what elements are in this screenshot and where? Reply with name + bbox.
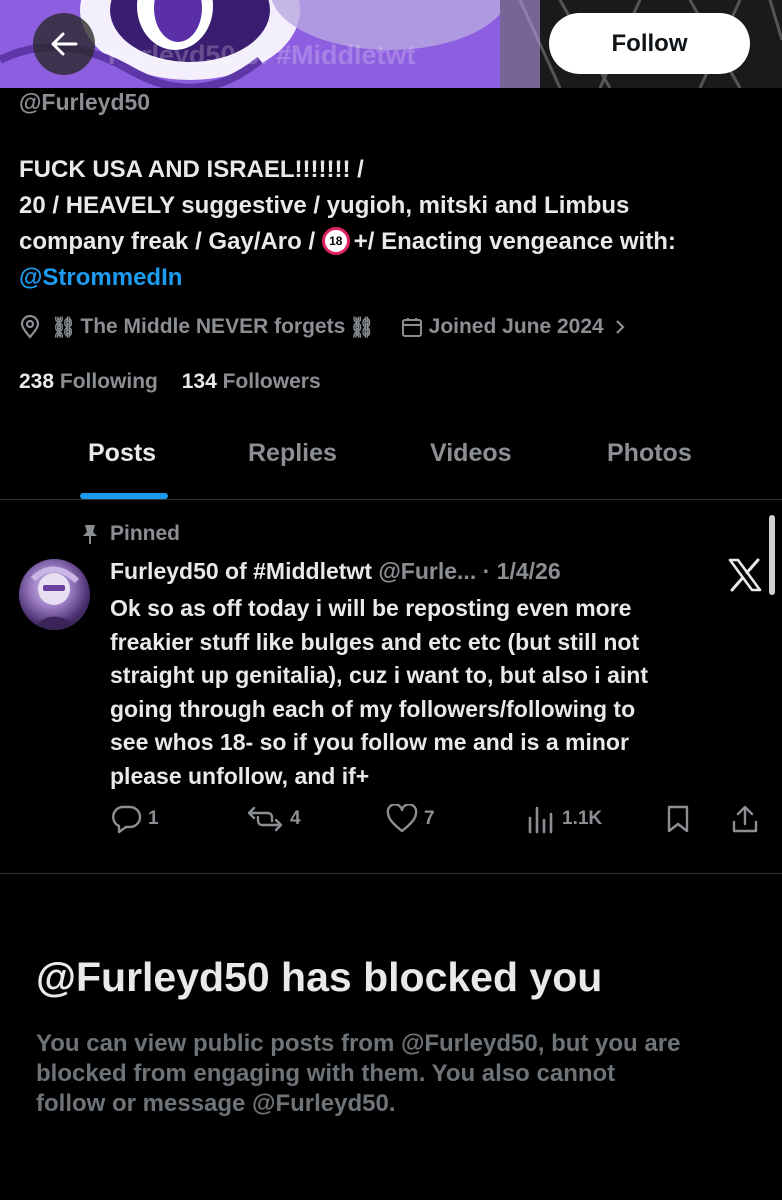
profile-banner: Furleyd50 of #Middletwt Follow [0, 0, 782, 88]
banner-faded-name: Furleyd50 of #Middletwt [108, 40, 416, 70]
profile-bio: FUCK USA AND ISRAEL!!!!!!! / 20 / HEAVEL… [19, 152, 779, 296]
profile-handle: @Furleyd50 [19, 89, 151, 115]
repost-icon [247, 806, 283, 832]
profile-meta: ⛓ The Middle NEVER forgets ⛓ Joined June… [19, 312, 632, 342]
tab-posts[interactable]: Posts [88, 439, 156, 468]
follow-button[interactable]: Follow [549, 13, 750, 74]
avatar-image [30, 566, 80, 630]
repost-button[interactable]: 4 [246, 804, 301, 834]
blocked-description: You can view public posts from @Furleyd5… [36, 1029, 766, 1119]
repost-count: 4 [290, 808, 301, 829]
bio-mention-link[interactable]: @StrommedIn [19, 260, 779, 296]
like-icon [386, 804, 418, 833]
followers-link[interactable]: 134 Followers [182, 370, 321, 393]
tab-replies[interactable]: Replies [248, 439, 337, 468]
bookmark-icon [667, 805, 689, 833]
post-text-line: straight up genitalia), cuz i want to, b… [110, 662, 648, 688]
post-text-line: please unfollow, and if+ [110, 762, 370, 789]
post-actions: 1 4 7 1.1K [110, 804, 770, 840]
bio-line-3b: +/ Enacting vengeance with: [353, 228, 676, 255]
post-date[interactable]: 1/4/26 [497, 558, 561, 584]
share-icon [732, 805, 758, 833]
like-button[interactable]: 7 [386, 804, 435, 834]
scrollbar[interactable] [769, 515, 775, 595]
chain-icon: ⛓ [51, 316, 77, 339]
post-author-handle[interactable]: @Furle... [378, 558, 476, 584]
bio-line-3: company freak / Gay/Aro / 18 +/ Enacting … [19, 224, 779, 260]
blocked-title: @Furleyd50 has blocked you [36, 954, 603, 1000]
post-separator: · [482, 558, 491, 584]
bio-line-2: 20 / HEAVELY suggestive / yugioh, mitski… [19, 192, 630, 219]
following-count: 238 [19, 370, 55, 393]
author-avatar[interactable] [19, 559, 90, 630]
blocked-text-line: follow or message @Furleyd50. [36, 1090, 396, 1117]
pinned-label: Pinned [110, 522, 181, 545]
profile-joined-date[interactable]: Joined June 2024 [429, 315, 604, 339]
view-count: 1.1K [562, 808, 603, 829]
bookmark-button[interactable] [664, 804, 698, 834]
pinned-indicator: Pinned [76, 522, 180, 546]
reply-count: 1 [148, 808, 159, 829]
followers-count: 134 [181, 370, 217, 393]
post-text-line: freakier stuff like bulges and etc etc (… [110, 628, 640, 655]
following-link[interactable]: 238 Following [19, 370, 158, 393]
x-logo-icon [728, 558, 762, 592]
followers-label: Followers [222, 370, 321, 393]
bio-line-3a: company freak / Gay/Aro / [19, 228, 322, 255]
location-icon [19, 315, 41, 339]
post-text-line: see whos 18- so if you follow me and is … [110, 729, 629, 755]
chain-icon: ⛓ [349, 316, 375, 339]
profile-stats: 238 Following 134 Followers [19, 370, 321, 394]
post-text: Ok so as off today i will be reposting e… [110, 592, 750, 793]
tab-videos[interactable]: Videos [430, 439, 512, 468]
section-divider [0, 873, 782, 874]
post-text-line: going through each of my followers/follo… [110, 695, 636, 722]
like-count: 7 [424, 808, 435, 829]
profile-tabs: Posts Replies Videos Photos [0, 425, 782, 500]
views-button[interactable]: 1.1K [526, 804, 602, 834]
back-button[interactable] [33, 13, 95, 75]
reply-button[interactable]: 1 [110, 804, 159, 834]
blocked-text-line: blocked from engaging with them. You als… [36, 1060, 616, 1087]
post-header: Furleyd50 of #Middletwt @Furle... · 1/4/… [110, 558, 561, 585]
post-text-line: Ok so as off today i will be reposting e… [110, 595, 632, 621]
following-label: Following [59, 370, 158, 393]
bio-line-1: FUCK USA AND ISRAEL!!!!!!! / [19, 156, 364, 183]
calendar-icon [401, 316, 423, 338]
views-icon [528, 806, 553, 834]
pin-icon [76, 523, 104, 545]
chevron-right-icon[interactable] [614, 318, 626, 336]
reply-icon [112, 805, 142, 834]
tab-photos[interactable]: Photos [607, 439, 692, 468]
share-button[interactable] [730, 804, 766, 834]
back-arrow-icon [51, 32, 78, 56]
profile-location: The Middle NEVER forgets [80, 315, 346, 338]
active-tab-indicator [80, 493, 168, 499]
post-author-name[interactable]: Furleyd50 of #Middletwt [110, 558, 372, 584]
blocked-text-line: You can view public posts from @Furleyd5… [36, 1030, 681, 1057]
no-under-18-icon: 18 [321, 226, 350, 255]
